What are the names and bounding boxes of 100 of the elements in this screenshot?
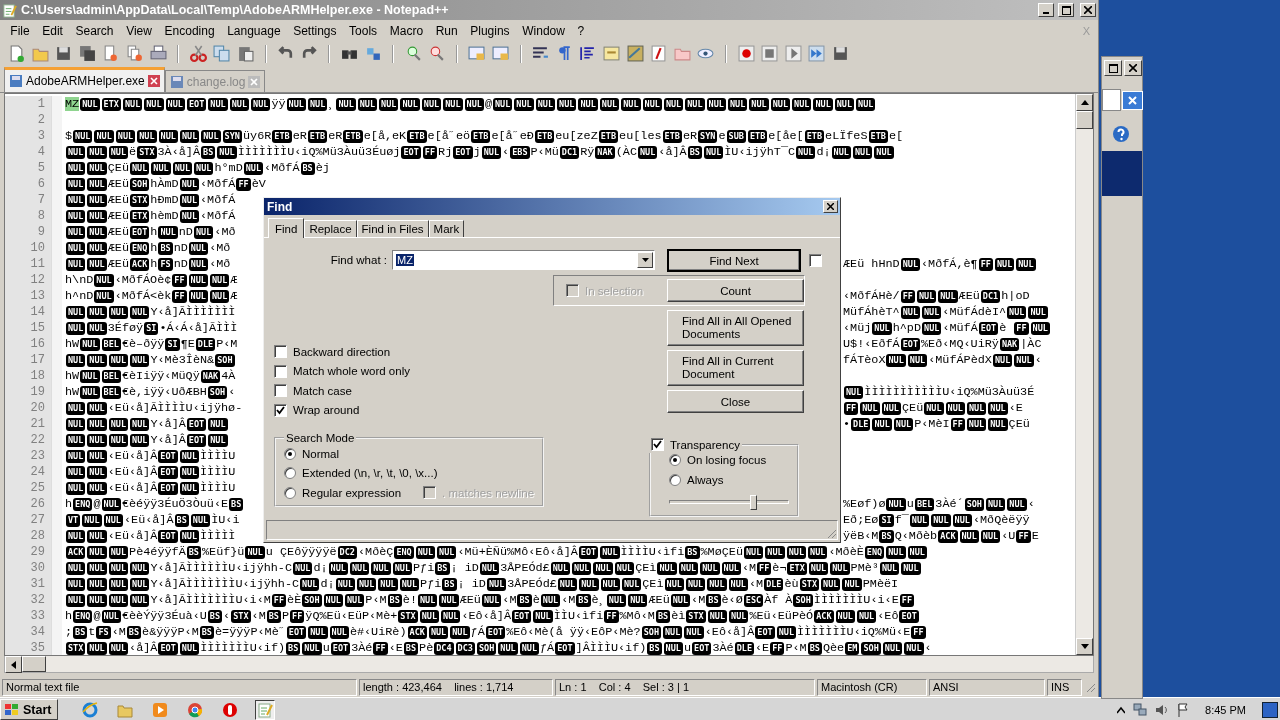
code-text: Y‹å]Â — [150, 417, 186, 431]
close-file-icon[interactable] — [102, 45, 120, 62]
scroll-down-button[interactable] — [1076, 638, 1093, 655]
scrollbar-thumb[interactable] — [1076, 111, 1093, 129]
save-all-icon[interactable] — [78, 45, 96, 62]
indent-guide-icon[interactable] — [579, 45, 597, 62]
control-code-label: FF — [271, 593, 287, 607]
close-icon[interactable] — [147, 75, 160, 87]
radio-button[interactable] — [669, 454, 681, 467]
control-code-label: ENQ — [129, 241, 150, 255]
option-label: Always — [687, 473, 724, 486]
control-code-label: NUL — [80, 385, 100, 399]
map-icon[interactable] — [626, 45, 644, 62]
control-code-label: NUL — [749, 97, 769, 111]
menu-item[interactable]: File — [4, 23, 36, 38]
maximize-button[interactable] — [1058, 3, 1074, 17]
close-button[interactable] — [1124, 60, 1142, 76]
minimize-button[interactable] — [1038, 3, 1054, 17]
close-button[interactable]: Close — [667, 390, 804, 413]
code-text: ‹MðfÁ<èk — [114, 289, 172, 303]
replace-icon[interactable] — [364, 45, 382, 62]
control-code-label: NUL — [188, 241, 209, 255]
control-code-label: BEL — [101, 337, 121, 351]
start-button[interactable]: Start — [0, 699, 59, 720]
stop-icon[interactable] — [761, 45, 779, 62]
code-text: ‹MðèÈ — [828, 545, 864, 559]
file-tab[interactable]: AdobeARMHelper.exe — [4, 67, 165, 92]
scroll-left-button[interactable] — [5, 656, 22, 673]
find-all-button[interactable]: Find All in Current Document — [667, 350, 804, 386]
play-icon[interactable] — [784, 45, 802, 62]
new-file-icon[interactable] — [8, 45, 25, 62]
scrollbar-thumb[interactable] — [22, 656, 46, 672]
checkbox[interactable] — [651, 438, 664, 452]
menu-item[interactable]: Macro — [383, 23, 430, 38]
play-multiple-icon[interactable] — [808, 45, 826, 62]
search-field[interactable]: MZ — [392, 250, 655, 270]
menu-item[interactable]: Plugins — [463, 23, 516, 38]
dialog-tab[interactable]: Find in Files — [356, 220, 429, 237]
zoom-out-icon[interactable] — [428, 45, 446, 62]
dialog-tab[interactable]: Mark — [428, 220, 465, 237]
dropdown-button[interactable] — [637, 252, 653, 268]
menu-item[interactable]: View — [119, 23, 159, 38]
close-button[interactable] — [823, 200, 838, 213]
control-code-label: NUL — [66, 449, 86, 463]
clear-button[interactable] — [1122, 90, 1143, 110]
close-button[interactable] — [1080, 3, 1096, 17]
menu-item[interactable]: Run — [429, 23, 464, 38]
control-code-label: FS — [96, 625, 111, 639]
checkbox[interactable] — [274, 345, 287, 359]
menu-item[interactable]: ? — [571, 23, 591, 38]
cut-icon[interactable] — [189, 45, 207, 62]
function-list-icon[interactable] — [650, 45, 668, 62]
help-icon[interactable] — [1112, 125, 1130, 143]
menu-item[interactable]: Encoding — [158, 23, 221, 38]
control-code-label: DLE — [851, 417, 871, 431]
panel-icon[interactable] — [603, 45, 621, 62]
control-code-label: BS — [685, 545, 700, 559]
close-icon — [1128, 95, 1137, 105]
menu-item[interactable]: Settings — [286, 23, 343, 38]
find-all-button[interactable]: Find All in All Opened Documents — [667, 310, 804, 346]
maximize-icon — [1061, 5, 1071, 15]
code-text: ‹M — [111, 625, 126, 639]
close-all-icon[interactable] — [125, 45, 143, 62]
checkbox[interactable] — [274, 403, 287, 417]
control-code-label: NUL — [579, 577, 599, 591]
maximize-button[interactable] — [1104, 60, 1122, 76]
checkbox[interactable] — [274, 384, 287, 398]
menu-item[interactable]: Window — [515, 23, 572, 38]
notepad-icon — [2, 2, 17, 18]
chevron-up-icon[interactable] — [1117, 705, 1126, 714]
flag-icon[interactable] — [1177, 702, 1190, 717]
scroll-up-button[interactable] — [1076, 94, 1093, 111]
record-icon[interactable] — [737, 45, 755, 62]
show-desktop-button[interactable] — [1262, 701, 1278, 718]
taskbar-app-button[interactable] — [255, 699, 276, 720]
print-icon[interactable] — [149, 45, 167, 62]
transparency-slider[interactable] — [669, 493, 789, 509]
slider-thumb[interactable] — [750, 494, 757, 510]
count-button[interactable]: Count — [667, 279, 804, 302]
checkbox[interactable] — [809, 254, 822, 267]
menu-item[interactable]: Tools — [342, 23, 384, 38]
window-icon[interactable] — [492, 45, 510, 62]
copy-icon[interactable] — [213, 45, 231, 62]
checkbox[interactable] — [274, 364, 287, 378]
menu-item[interactable]: Edit — [35, 23, 70, 38]
code-text: f¯ — [894, 513, 909, 527]
network-icon[interactable] — [1133, 702, 1148, 717]
dialog-tab[interactable]: Find — [268, 218, 305, 238]
speaker-icon[interactable] — [1155, 702, 1170, 717]
menu-item[interactable]: Search — [69, 23, 120, 38]
menu-item[interactable]: Language — [220, 23, 287, 38]
find-next-button[interactable]: Find Next — [667, 249, 801, 272]
input-field[interactable] — [1102, 89, 1121, 111]
control-code-label: NUL — [808, 561, 829, 575]
radio-button[interactable] — [284, 467, 296, 480]
paste-icon[interactable] — [236, 45, 254, 62]
window-icon[interactable] — [468, 45, 486, 62]
dialog-tab[interactable]: Replace — [304, 220, 357, 237]
save-macro-icon[interactable] — [831, 45, 849, 62]
save-icon[interactable] — [55, 45, 73, 62]
